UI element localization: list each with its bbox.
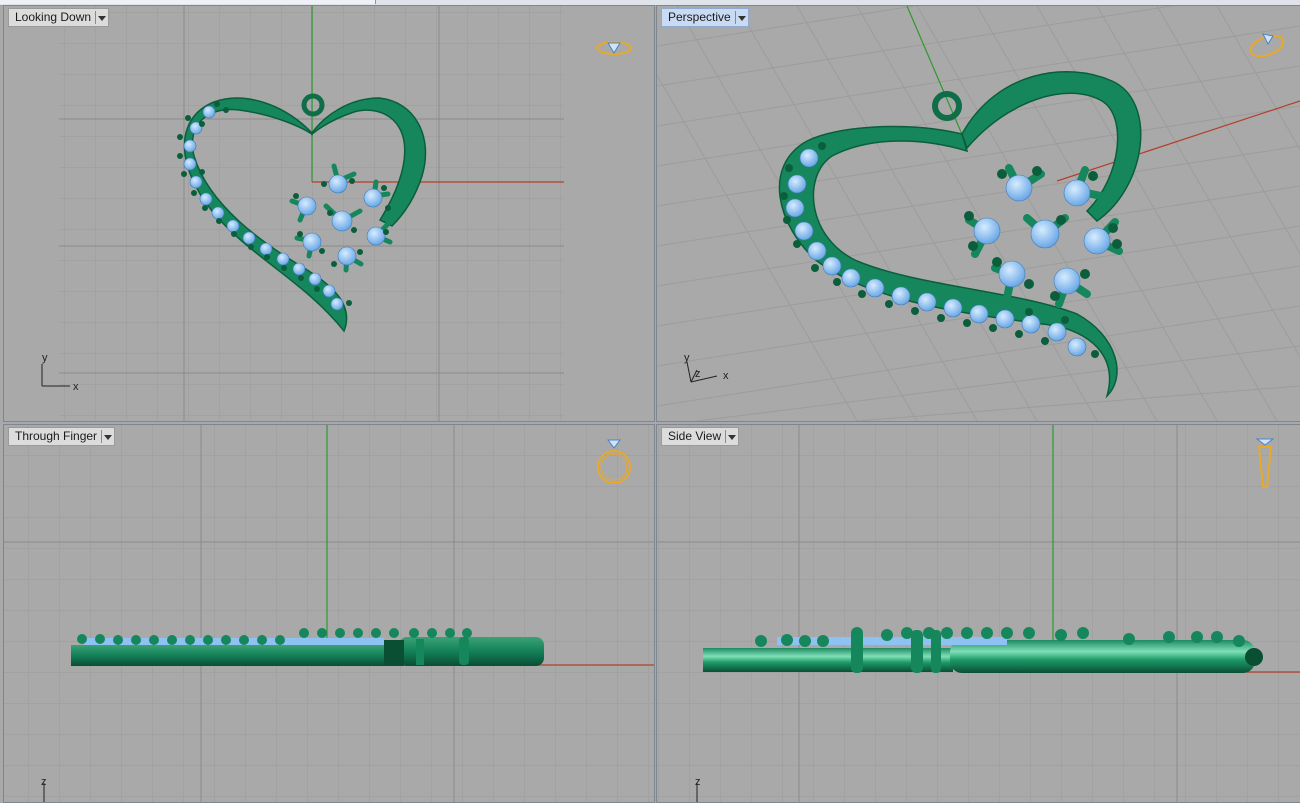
chevron-down-icon[interactable] (101, 430, 113, 443)
viewport-title-side-view[interactable]: Side View (661, 427, 740, 446)
chevron-down-icon[interactable] (95, 11, 107, 24)
viewport-perspective[interactable]: y z x Perspective (656, 5, 1300, 422)
viewport-title-looking-down[interactable]: Looking Down (8, 8, 110, 27)
axis-label-x: x (723, 370, 729, 382)
axis-label-z: z (695, 368, 701, 380)
axis-label-x: x (73, 381, 79, 393)
chevron-down-icon[interactable] (734, 11, 746, 24)
viewport-looking-down[interactable]: y x Looking Down (3, 5, 655, 422)
viewport-label: Looking Down (15, 10, 92, 24)
viewport-label: Side View (668, 429, 722, 443)
viewport-through-finger[interactable]: z Through Finger (3, 424, 655, 803)
tab-stub[interactable] (345, 0, 376, 4)
tab-stub[interactable] (60, 0, 181, 4)
top-view-canvas[interactable]: y x (4, 6, 654, 421)
tab-stub[interactable] (250, 0, 346, 4)
axis-label-z: z (41, 776, 47, 788)
axis-label-y: y (42, 352, 48, 364)
viewport-title-through-finger[interactable]: Through Finger (8, 427, 116, 446)
perspective-view-canvas[interactable]: y z x (657, 6, 1300, 421)
side-view-canvas[interactable]: z (657, 425, 1300, 802)
viewport-side-view[interactable]: z Side View (656, 424, 1300, 803)
axis-label-z: z (695, 776, 701, 788)
tab-stub[interactable] (180, 0, 251, 4)
chevron-down-icon[interactable] (725, 430, 737, 443)
axis-label-y: y (684, 352, 690, 364)
viewport-label: Perspective (668, 10, 731, 24)
viewport-label: Through Finger (15, 429, 98, 443)
front-view-canvas[interactable]: z (4, 425, 654, 802)
viewport-title-perspective[interactable]: Perspective (661, 8, 749, 27)
tab-stub[interactable] (0, 0, 61, 4)
